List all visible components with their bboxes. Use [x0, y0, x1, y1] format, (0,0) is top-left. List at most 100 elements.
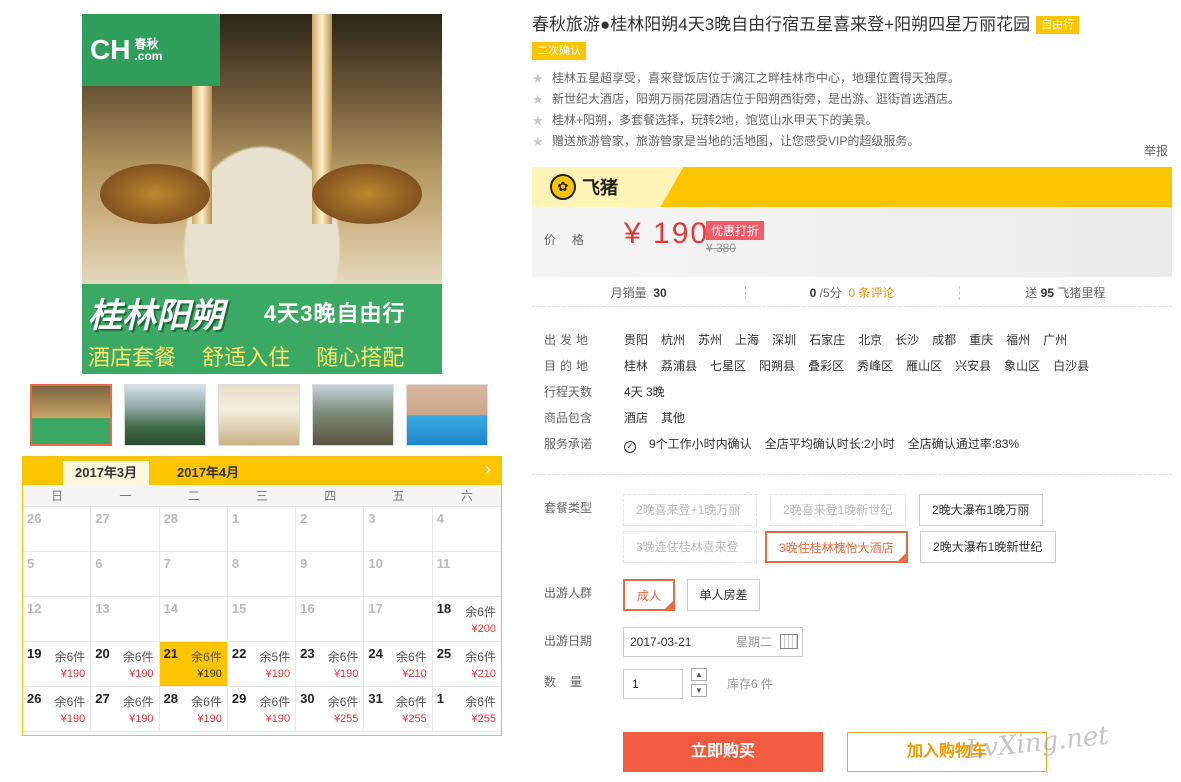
calendar-day[interactable]: 26 余6件 ¥190 — [23, 687, 92, 732]
calendar-day[interactable]: 24 余6件 ¥210 — [364, 642, 433, 687]
thumbnail-4[interactable] — [312, 384, 394, 446]
date-weekday: 星期二 — [736, 635, 773, 649]
calendar-day[interactable]: 21 余6件 ¥190 — [159, 642, 228, 687]
calendar-day[interactable]: 1 余6件 ¥255 — [432, 687, 501, 732]
thumbnail-3[interactable] — [218, 384, 300, 446]
day-number: 15 — [231, 601, 247, 616]
days-row: 行程天数 4天 3晚 — [544, 379, 1164, 405]
calendar-day: 4 — [432, 507, 501, 552]
departure-city: 北京 — [858, 333, 883, 347]
destination-area: 桂林 — [624, 359, 649, 373]
package-option-5[interactable]: 3晚住桂林槐怡大酒店 — [765, 531, 908, 563]
calendar-day[interactable]: 25 余6件 ¥210 — [432, 642, 501, 687]
includes-row: 商品包含 酒店 其他 — [544, 405, 1164, 431]
month-tab-april[interactable]: 2017年4月 — [165, 461, 251, 485]
confirm-badge: 二次确认 — [532, 42, 586, 60]
day-stock: 余6件 — [396, 695, 427, 709]
weekday-label: 一 — [119, 489, 132, 503]
quantity-input[interactable]: 1 — [623, 669, 683, 699]
package-option-4[interactable]: 3晚连住桂林喜来登 — [623, 531, 757, 563]
day-stock: 余6件 — [191, 650, 222, 664]
calendar-day[interactable]: 19 余6件 ¥190 — [23, 642, 92, 687]
buy-now-button[interactable]: 立即购买 — [623, 732, 823, 772]
departure-list: 贵阳 杭州 苏州 上海 深圳 石家庄 北京 长沙 成都 重庆 福州 广州 — [624, 327, 1080, 353]
day-price: ¥190 — [129, 668, 154, 680]
calendar-day: 9 — [296, 552, 365, 597]
weekday-label: 五 — [392, 489, 405, 503]
include-item: 酒店 — [624, 411, 649, 425]
pig-icon: ✿ — [550, 174, 576, 200]
day-price: ¥255 — [402, 713, 427, 725]
day-number: 4 — [436, 511, 444, 526]
banner-subtitle: 4天3晚自由行 — [264, 301, 406, 326]
calendar-day[interactable]: 23 余6件 ¥190 — [296, 642, 365, 687]
thumbnail-5[interactable] — [406, 384, 488, 446]
package-option-6[interactable]: 2晚大瀑布1晚新世纪 — [920, 531, 1056, 563]
calendar-icon[interactable] — [780, 634, 798, 649]
day-price: ¥210 — [471, 668, 496, 680]
day-number: 7 — [163, 556, 171, 571]
calendar-day[interactable]: 27 余6件 ¥190 — [91, 687, 160, 732]
day-number: 29 — [231, 691, 247, 706]
original-price: ¥ 380 — [706, 241, 737, 255]
day-number: 12 — [27, 601, 42, 616]
day-number: 19 — [27, 646, 42, 661]
departure-city: 长沙 — [895, 333, 920, 347]
service-list: ✓ 9个工作小时内确认 全店平均确认时长:2小时 全店确认通过率:83% — [624, 431, 1032, 457]
package-option-1[interactable]: 2晚喜来登+1晚万丽 — [623, 494, 757, 526]
month-tab-march[interactable]: 2017年3月 — [63, 461, 150, 485]
departure-city: 福州 — [1006, 333, 1031, 347]
departure-city: 深圳 — [772, 333, 797, 347]
day-number: 16 — [300, 601, 315, 616]
lobby-carpet — [312, 164, 422, 224]
calendar-day[interactable]: 20 余6件 ¥190 — [91, 642, 160, 687]
day-number: 5 — [27, 556, 35, 571]
thumbnail-2[interactable] — [124, 384, 206, 446]
day-price: ¥210 — [402, 668, 427, 680]
package-option-3[interactable]: 2晚大瀑布1晚万丽 — [919, 494, 1043, 526]
package-option-2[interactable]: 2晚喜来登1晚新世纪 — [770, 494, 906, 526]
stats-bar: 月销量 30 0 /5分 0 条评论 送 95 飞猪里程 — [532, 281, 1172, 307]
fliggy-logo: ✿ 飞猪 — [550, 174, 618, 200]
traveler-adult[interactable]: 成人 — [623, 579, 675, 611]
calendar-day: 13 — [91, 597, 160, 642]
thumbnail-1[interactable] — [30, 384, 112, 446]
date-field[interactable]: 2017-03-21 星期二 — [623, 627, 803, 657]
monthly-sales: 月销量 30 — [610, 286, 667, 300]
departure-label: 出发地 — [544, 333, 593, 347]
fliggy-bar: ✿ 飞猪 — [532, 167, 1172, 207]
calendar-day[interactable]: 30 余6件 ¥255 — [296, 687, 365, 732]
day-number: 13 — [95, 601, 110, 616]
destination-area: 荔浦县 — [661, 359, 698, 373]
chevron-down-icon[interactable]: ▼ — [691, 684, 707, 697]
calendar-day[interactable]: 29 余6件 ¥190 — [227, 687, 297, 732]
days-label: 行程天数 — [544, 385, 593, 399]
calendar-day: 7 — [159, 552, 228, 597]
day-stock: 余6件 — [122, 650, 154, 664]
star-icon: ★ — [532, 92, 544, 107]
day-number: 31 — [368, 691, 383, 706]
day-price: ¥190 — [265, 713, 291, 725]
calendar-day[interactable]: 31 余6件 ¥255 — [364, 687, 433, 732]
feature-item: ★ 桂林+阳朔，多套餐选择，玩转2地，饱览山水甲天下的美景。 — [532, 110, 1172, 131]
stock-text: 库存6 件 — [727, 677, 774, 691]
report-link[interactable]: 举报 — [1144, 142, 1168, 159]
day-stock: 余6件 — [327, 650, 359, 664]
calendar-day[interactable]: 18 余6件 ¥200 — [432, 597, 501, 642]
feature-item: ★ 桂林五星超享受，喜来登饭店位于漓江之畔桂林市中心，地理位置得天独厚。 — [532, 68, 1172, 89]
departure-city: 杭州 — [661, 333, 686, 347]
day-number: 28 — [163, 691, 179, 706]
reviews-link[interactable]: 0 条评论 — [848, 286, 894, 300]
chevron-right-icon[interactable]: › — [485, 459, 491, 480]
chevron-up-icon[interactable]: ▲ — [691, 668, 707, 681]
package-label: 套餐类型 — [544, 501, 593, 515]
traveler-single-supplement[interactable]: 单人房差 — [687, 579, 760, 611]
calendar-day[interactable]: 28 余6件 ¥190 — [159, 687, 228, 732]
calendar-day[interactable]: 22 余5件 ¥190 — [227, 642, 297, 687]
day-price: ¥190 — [197, 668, 222, 680]
departure-city: 广州 — [1043, 333, 1068, 347]
calendar-day: 6 — [91, 552, 160, 597]
calendar-day: 16 — [296, 597, 365, 642]
calendar-day: 11 — [432, 552, 501, 597]
day-stock: 余6件 — [465, 650, 496, 664]
